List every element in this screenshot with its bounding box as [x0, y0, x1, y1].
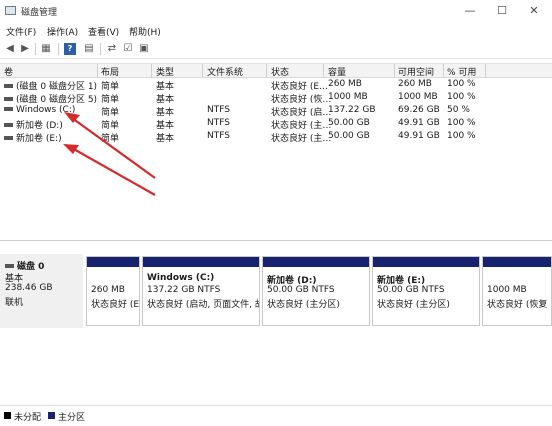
arrow-head	[63, 144, 79, 154]
legend-unallocated-swatch	[4, 412, 11, 419]
partition-e[interactable]: 新加卷 (E:) 50.00 GB NTFS 状态良好 (主分区)	[372, 256, 480, 326]
partition-size: 1000 MB	[487, 285, 527, 295]
disk-0-label[interactable]: 磁盘 0 基本 238.46 GB 联机	[0, 254, 83, 328]
arrow-to-e-drive	[71, 147, 156, 196]
arrow-to-c-drive	[71, 117, 156, 179]
partition-d[interactable]: 新加卷 (D:) 50.00 GB NTFS 状态良好 (主分区)	[262, 256, 370, 326]
partition-status: 状态良好 (主分区)	[377, 300, 450, 310]
legend: 未分配 主分区	[0, 405, 552, 426]
partition-size: 260 MB	[91, 285, 125, 295]
legend-primary-swatch	[48, 412, 55, 419]
disk-icon	[5, 263, 14, 268]
partition-status: 状态良好 (恢复	[487, 300, 548, 310]
partition-1[interactable]: 260 MB 状态良好 (E	[86, 256, 140, 326]
partition-status: 状态良好 (E	[91, 300, 139, 310]
partition-bar	[373, 257, 479, 267]
partition-title: Windows (C:)	[147, 273, 215, 283]
partition-status: 状态良好 (主分区)	[267, 300, 340, 310]
partition-bar	[263, 257, 369, 267]
partition-bar	[483, 257, 551, 267]
partition-size: 50.00 GB NTFS	[267, 285, 335, 295]
partition-c[interactable]: Windows (C:) 137.22 GB NTFS 状态良好 (启动, 页面…	[142, 256, 260, 326]
partition-recovery[interactable]: 1000 MB 状态良好 (恢复	[482, 256, 552, 326]
partition-bar	[87, 257, 139, 267]
legend-primary-label: 主分区	[58, 413, 86, 423]
partition-size: 50.00 GB NTFS	[377, 285, 445, 295]
partition-status: 状态良好 (启动, 页面文件, 故	[147, 300, 259, 310]
legend-unallocated-label: 未分配	[14, 413, 42, 423]
partition-size: 137.22 GB NTFS	[147, 285, 221, 295]
partition-bar	[143, 257, 259, 267]
disk-state: 联机	[5, 298, 24, 308]
disk-size: 238.46 GB	[5, 283, 53, 293]
